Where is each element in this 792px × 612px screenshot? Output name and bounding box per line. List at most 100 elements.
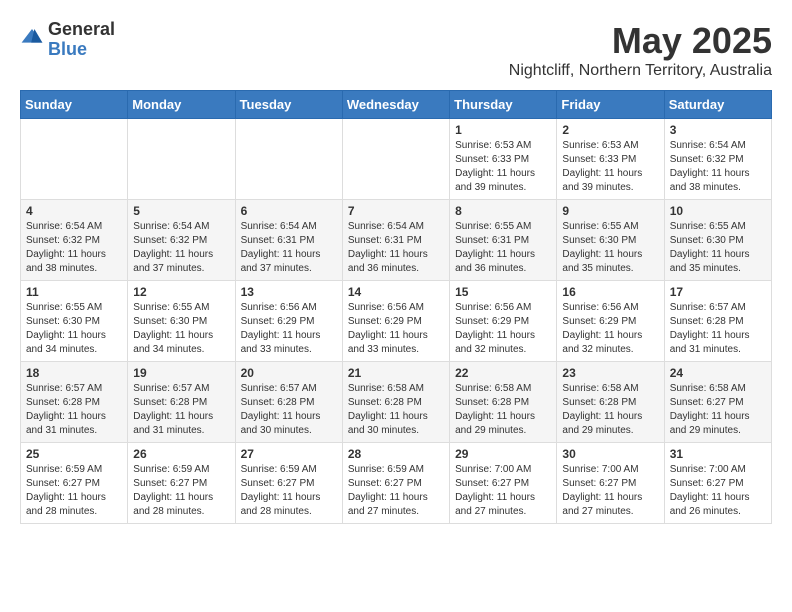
calendar-day-header: Tuesday: [235, 91, 342, 119]
calendar-day-header: Monday: [128, 91, 235, 119]
calendar-day-header: Friday: [557, 91, 664, 119]
calendar-day-header: Wednesday: [342, 91, 449, 119]
logo: General Blue: [20, 20, 115, 60]
day-number: 21: [348, 366, 444, 380]
calendar-cell: 15 Sunrise: 6:56 AM Sunset: 6:29 PM Dayli…: [450, 281, 557, 362]
calendar-cell: [21, 119, 128, 200]
day-info: Sunrise: 6:54 AM Sunset: 6:32 PM Dayligh…: [670, 139, 766, 195]
day-number: 26: [133, 447, 229, 461]
day-number: 18: [26, 366, 122, 380]
calendar-cell: 23 Sunrise: 6:58 AM Sunset: 6:28 PM Dayli…: [557, 362, 664, 443]
calendar-day-header: Sunday: [21, 91, 128, 119]
day-info: Sunrise: 6:55 AM Sunset: 6:30 PM Dayligh…: [562, 220, 658, 276]
day-number: 28: [348, 447, 444, 461]
calendar-cell: 14Sunrise: 6:56 AM Sunset: 6:29 PM Dayli…: [342, 281, 449, 362]
day-info: Sunrise: 6:56 AM Sunset: 6:29 PM Dayligh…: [455, 301, 551, 357]
day-info: Sunrise: 7:00 AM Sunset: 6:27 PM Dayligh…: [455, 463, 551, 519]
calendar-row: 4 Sunrise: 6:54 AM Sunset: 6:32 PM Daylig…: [21, 200, 772, 281]
day-number: 11: [26, 285, 122, 299]
day-info: Sunrise: 6:54 AM Sunset: 6:31 PM Dayligh…: [348, 220, 444, 276]
calendar-day-header: Thursday: [450, 91, 557, 119]
day-info: Sunrise: 6:59 AM Sunset: 6:27 PM Dayligh…: [26, 463, 122, 519]
calendar-cell: 3 Sunrise: 6:54 AM Sunset: 6:32 PM Daylig…: [664, 119, 771, 200]
day-number: 23: [562, 366, 658, 380]
calendar-cell: 11 Sunrise: 6:55 AM Sunset: 6:30 PM Dayli…: [21, 281, 128, 362]
logo-general: General: [48, 20, 115, 40]
calendar-day-header: Saturday: [664, 91, 771, 119]
calendar-cell: 24Sunrise: 6:58 AM Sunset: 6:27 PM Dayli…: [664, 362, 771, 443]
day-number: 3: [670, 123, 766, 137]
day-number: 27: [241, 447, 337, 461]
calendar-cell: [342, 119, 449, 200]
calendar-row: 11 Sunrise: 6:55 AM Sunset: 6:30 PM Dayli…: [21, 281, 772, 362]
calendar-cell: 18 Sunrise: 6:57 AM Sunset: 6:28 PM Dayli…: [21, 362, 128, 443]
day-info: Sunrise: 6:59 AM Sunset: 6:27 PM Dayligh…: [133, 463, 229, 519]
calendar-cell: 19 Sunrise: 6:57 AM Sunset: 6:28 PM Dayli…: [128, 362, 235, 443]
calendar-cell: 2 Sunrise: 6:53 AM Sunset: 6:33 PM Daylig…: [557, 119, 664, 200]
day-info: Sunrise: 6:56 AM Sunset: 6:29 PM Dayligh…: [241, 301, 337, 357]
day-info: Sunrise: 6:54 AM Sunset: 6:31 PM Dayligh…: [241, 220, 337, 276]
day-number: 12: [133, 285, 229, 299]
calendar-cell: [235, 119, 342, 200]
day-info: Sunrise: 6:53 AM Sunset: 6:33 PM Dayligh…: [562, 139, 658, 195]
day-number: 30: [562, 447, 658, 461]
calendar-cell: 25 Sunrise: 6:59 AM Sunset: 6:27 PM Dayli…: [21, 443, 128, 524]
day-info: Sunrise: 6:55 AM Sunset: 6:30 PM Dayligh…: [133, 301, 229, 357]
calendar-cell: 28Sunrise: 6:59 AM Sunset: 6:27 PM Dayli…: [342, 443, 449, 524]
calendar-row: 1Sunrise: 6:53 AM Sunset: 6:33 PM Daylig…: [21, 119, 772, 200]
logo-icon: [20, 25, 44, 49]
calendar-cell: 31 Sunrise: 7:00 AM Sunset: 6:27 PM Dayli…: [664, 443, 771, 524]
day-info: Sunrise: 6:56 AM Sunset: 6:29 PM Dayligh…: [562, 301, 658, 357]
day-info: Sunrise: 6:55 AM Sunset: 6:30 PM Dayligh…: [26, 301, 122, 357]
day-number: 29: [455, 447, 551, 461]
calendar-row: 25 Sunrise: 6:59 AM Sunset: 6:27 PM Dayli…: [21, 443, 772, 524]
day-info: Sunrise: 7:00 AM Sunset: 6:27 PM Dayligh…: [562, 463, 658, 519]
day-info: Sunrise: 6:58 AM Sunset: 6:27 PM Dayligh…: [670, 382, 766, 438]
day-number: 5: [133, 204, 229, 218]
day-number: 16: [562, 285, 658, 299]
day-number: 25: [26, 447, 122, 461]
day-info: Sunrise: 6:57 AM Sunset: 6:28 PM Dayligh…: [26, 382, 122, 438]
page-title: May 2025: [509, 20, 772, 62]
calendar-cell: 27 Sunrise: 6:59 AM Sunset: 6:27 PM Dayli…: [235, 443, 342, 524]
page-header: General Blue May 2025 Nightcliff, Northe…: [20, 20, 772, 80]
day-number: 20: [241, 366, 337, 380]
day-info: Sunrise: 6:59 AM Sunset: 6:27 PM Dayligh…: [241, 463, 337, 519]
day-number: 6: [241, 204, 337, 218]
day-info: Sunrise: 6:54 AM Sunset: 6:32 PM Dayligh…: [133, 220, 229, 276]
day-number: 8: [455, 204, 551, 218]
day-info: Sunrise: 6:57 AM Sunset: 6:28 PM Dayligh…: [670, 301, 766, 357]
calendar-cell: [128, 119, 235, 200]
calendar-cell: 7 Sunrise: 6:54 AM Sunset: 6:31 PM Daylig…: [342, 200, 449, 281]
day-info: Sunrise: 6:53 AM Sunset: 6:33 PM Dayligh…: [455, 139, 551, 195]
calendar-header-row: SundayMondayTuesdayWednesdayThursdayFrid…: [21, 91, 772, 119]
day-info: Sunrise: 6:57 AM Sunset: 6:28 PM Dayligh…: [133, 382, 229, 438]
day-number: 31: [670, 447, 766, 461]
day-number: 10: [670, 204, 766, 218]
page-subtitle: Nightcliff, Northern Territory, Australi…: [509, 62, 772, 80]
day-number: 13: [241, 285, 337, 299]
day-info: Sunrise: 6:58 AM Sunset: 6:28 PM Dayligh…: [348, 382, 444, 438]
calendar-cell: 22Sunrise: 6:58 AM Sunset: 6:28 PM Dayli…: [450, 362, 557, 443]
calendar-cell: 4Sunrise: 6:54 AM Sunset: 6:32 PM Daylig…: [21, 200, 128, 281]
day-number: 4: [26, 204, 122, 218]
calendar-cell: 30 Sunrise: 7:00 AM Sunset: 6:27 PM Dayli…: [557, 443, 664, 524]
day-number: 15: [455, 285, 551, 299]
calendar-cell: 20Sunrise: 6:57 AM Sunset: 6:28 PM Dayli…: [235, 362, 342, 443]
day-number: 19: [133, 366, 229, 380]
calendar-table: SundayMondayTuesdayWednesdayThursdayFrid…: [20, 90, 772, 524]
day-number: 22: [455, 366, 551, 380]
day-number: 7: [348, 204, 444, 218]
calendar-cell: 10Sunrise: 6:55 AM Sunset: 6:30 PM Dayli…: [664, 200, 771, 281]
calendar-cell: 29 Sunrise: 7:00 AM Sunset: 6:27 PM Dayli…: [450, 443, 557, 524]
calendar-cell: 16 Sunrise: 6:56 AM Sunset: 6:29 PM Dayli…: [557, 281, 664, 362]
calendar-cell: 13 Sunrise: 6:56 AM Sunset: 6:29 PM Dayli…: [235, 281, 342, 362]
calendar-cell: 21 Sunrise: 6:58 AM Sunset: 6:28 PM Dayli…: [342, 362, 449, 443]
logo-blue: Blue: [48, 40, 115, 60]
calendar-cell: 26 Sunrise: 6:59 AM Sunset: 6:27 PM Dayli…: [128, 443, 235, 524]
day-number: 9: [562, 204, 658, 218]
day-number: 2: [562, 123, 658, 137]
calendar-cell: 1Sunrise: 6:53 AM Sunset: 6:33 PM Daylig…: [450, 119, 557, 200]
day-info: Sunrise: 6:58 AM Sunset: 6:28 PM Dayligh…: [562, 382, 658, 438]
day-info: Sunrise: 7:00 AM Sunset: 6:27 PM Dayligh…: [670, 463, 766, 519]
